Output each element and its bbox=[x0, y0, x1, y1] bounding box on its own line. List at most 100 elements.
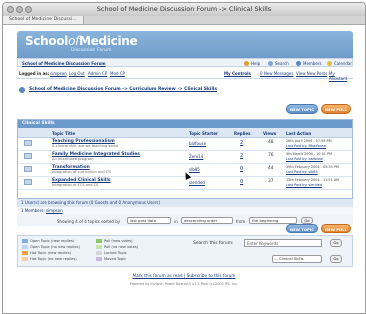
nav-search[interactable]: Search bbox=[275, 61, 289, 66]
topic-replies-link[interactable]: 0 bbox=[240, 179, 243, 185]
member-link[interactable]: simpson bbox=[46, 208, 63, 213]
members-icon bbox=[296, 60, 301, 66]
hot-topic-icon bbox=[22, 257, 28, 261]
topic-replies-link[interactable]: 2 bbox=[240, 153, 243, 159]
topic-table: Clinical Skills Topic Title Topic Starte… bbox=[17, 119, 353, 199]
members-label: 1 Members: bbox=[21, 208, 45, 213]
legend-label: Moved Topic bbox=[104, 257, 127, 261]
topic-description: Integration of ECS and CS bbox=[52, 183, 99, 187]
forum-title: Clinical Skills bbox=[18, 120, 352, 128]
search-forum-input[interactable]: Enter Keywords bbox=[244, 239, 322, 247]
poll-icon bbox=[96, 245, 102, 249]
last-post-link[interactable]: Last Post by: slb85 bbox=[286, 170, 318, 174]
title-bar: School of Medicine Discussion Forum -> C… bbox=[3, 3, 365, 17]
search-icon bbox=[268, 60, 273, 66]
search-go-button[interactable]: Go bbox=[330, 239, 342, 247]
nav-site-name[interactable]: School of Medicine Discussion Forum bbox=[22, 61, 106, 66]
login-user-link[interactable]: simpson bbox=[50, 71, 67, 76]
nav-calendar[interactable]: Calendar bbox=[334, 61, 352, 66]
footer-links[interactable]: Mark this forum as read | Subscribe to t… bbox=[3, 273, 365, 278]
moved-topic-icon bbox=[96, 257, 102, 261]
forum-logo[interactable]: SchoolofMedicine bbox=[25, 34, 138, 48]
sort-from-label: from bbox=[236, 218, 246, 224]
new-poll-button-bottom[interactable]: NEW POLL bbox=[321, 224, 351, 233]
top-nav: School of Medicine Discussion Forum Help… bbox=[17, 58, 353, 67]
new-topic-button-bottom[interactable]: NEW TOPIC bbox=[286, 224, 318, 233]
topic-starter-link[interactable]: Zero14 bbox=[189, 154, 203, 159]
topic-folder-icon bbox=[24, 153, 32, 159]
col-last-action[interactable]: Last Action bbox=[286, 131, 311, 136]
window-title: School of Medicine Discussion Forum -> C… bbox=[96, 5, 272, 13]
forum-banner: SchoolofMedicine Discussion Forum bbox=[17, 31, 353, 58]
logo-of: of bbox=[68, 34, 80, 48]
last-action-date: 4th March 2004 - 10:51 PM bbox=[286, 152, 332, 156]
search-forum-label: Search this forum: bbox=[193, 241, 234, 246]
powered-by: Powered by Invision Power Board(U) v1.3 … bbox=[129, 282, 239, 286]
col-views[interactable]: Views bbox=[263, 131, 276, 136]
logout-link[interactable]: Log Out bbox=[69, 71, 85, 76]
sort-range-select[interactable]: the beginning bbox=[249, 217, 297, 224]
topic-views: 37 bbox=[268, 179, 274, 184]
sort-prefix: Showing 4 of 4 topics sorted by bbox=[57, 218, 121, 224]
last-post-link[interactable]: Last Post by: Mbalfouse bbox=[286, 144, 326, 148]
mod-cp-link[interactable]: Mod CP bbox=[110, 71, 125, 76]
legend-label: Hot Topic (no new replies) bbox=[30, 257, 77, 261]
legend-label: Open Topic (new replies) bbox=[30, 239, 75, 243]
table-row: Family Medicine Integrated Studies An in… bbox=[18, 150, 352, 164]
last-action-date: 19th February 2004 - 05:35 PM bbox=[286, 165, 339, 169]
legend-label: Locked Topic bbox=[104, 251, 127, 255]
last-action-date: 13th February 2004 - 11:51 AM bbox=[286, 178, 340, 182]
forum-jump-select[interactable]: -- Clinical Skills bbox=[272, 255, 322, 263]
logo-school: School bbox=[25, 34, 69, 48]
topic-folder-icon bbox=[24, 179, 32, 185]
legend-and-search: Open Topic (new replies) Open Topic (no … bbox=[17, 235, 353, 267]
new-messages-link[interactable]: 0 New Messages bbox=[260, 71, 293, 76]
topic-replies-link[interactable]: 0 bbox=[240, 166, 243, 172]
members-info: 1 Members: simpson bbox=[17, 207, 353, 215]
breadcrumb-icon bbox=[19, 87, 25, 93]
breadcrumb: School of Medicine Discussion Forum -> C… bbox=[17, 85, 353, 94]
breadcrumb-links[interactable]: School of Medicine Discussion Forum -> C… bbox=[29, 87, 217, 92]
topic-description: An interlinked program bbox=[52, 157, 94, 161]
table-row: Teaching Professionalism A clinical skil… bbox=[18, 137, 352, 151]
open-topic-new-icon bbox=[22, 239, 28, 243]
hot-topic-new-icon bbox=[22, 251, 28, 255]
view-new-posts-link[interactable]: View New Posts bbox=[296, 71, 327, 76]
topic-description: A clinical skill, are we teaching some bbox=[52, 144, 119, 148]
admin-cp-link[interactable]: Admin CP bbox=[88, 71, 107, 76]
sort-order-select[interactable]: descending order bbox=[181, 217, 233, 224]
help-icon bbox=[244, 60, 249, 66]
sort-field-select[interactable]: last post date bbox=[127, 217, 171, 224]
last-post-link[interactable]: Last Post by: slerided bbox=[286, 183, 322, 187]
new-topic-button[interactable]: NEW TOPIC bbox=[286, 104, 318, 114]
nav-members[interactable]: Members bbox=[303, 61, 322, 66]
new-poll-button[interactable]: NEW POLL bbox=[321, 104, 351, 114]
topic-starter-link[interactable]: slb85 bbox=[189, 167, 200, 172]
jump-go-button[interactable]: Go bbox=[330, 255, 342, 263]
browsing-info: 1 User(s) are browsing this forum (0 Gue… bbox=[17, 199, 353, 207]
open-topic-icon bbox=[22, 245, 28, 249]
locked-topic-icon bbox=[96, 251, 102, 255]
browser-window: School of Medicine Discussion Forum -> C… bbox=[2, 2, 366, 314]
poll-new-icon bbox=[96, 239, 102, 243]
topic-starter-link[interactable]: slerided bbox=[189, 180, 205, 185]
col-topic-title[interactable]: Topic Title bbox=[52, 131, 75, 136]
topic-folder-icon bbox=[24, 140, 32, 146]
topic-description: Integration of curriculum and ITS bbox=[52, 170, 112, 174]
col-replies[interactable]: Replies bbox=[234, 131, 251, 136]
logo-medicine: Medicine bbox=[79, 34, 138, 48]
my-controls-link[interactable]: My Controls bbox=[224, 71, 251, 76]
browser-tab[interactable]: School of Medicine Discussi... bbox=[3, 16, 84, 24]
topic-replies-link[interactable]: 2 bbox=[240, 140, 243, 146]
topic-starter-link[interactable]: balfouse bbox=[189, 141, 206, 146]
topic-views: 48 bbox=[268, 140, 274, 145]
my-assistant-link[interactable]: My Assistant bbox=[329, 71, 353, 81]
nav-help[interactable]: Help bbox=[251, 61, 260, 66]
sort-in-label: in bbox=[174, 218, 178, 224]
col-topic-starter[interactable]: Topic Starter bbox=[189, 131, 218, 136]
sort-go-button[interactable]: Go bbox=[301, 217, 313, 224]
calendar-icon bbox=[327, 60, 332, 66]
last-post-link[interactable]: Last Post by: balfouse bbox=[286, 157, 323, 161]
legend-label: Poll (new votes) bbox=[104, 239, 133, 243]
legend-label: Hot Topic (new replies) bbox=[30, 251, 71, 255]
